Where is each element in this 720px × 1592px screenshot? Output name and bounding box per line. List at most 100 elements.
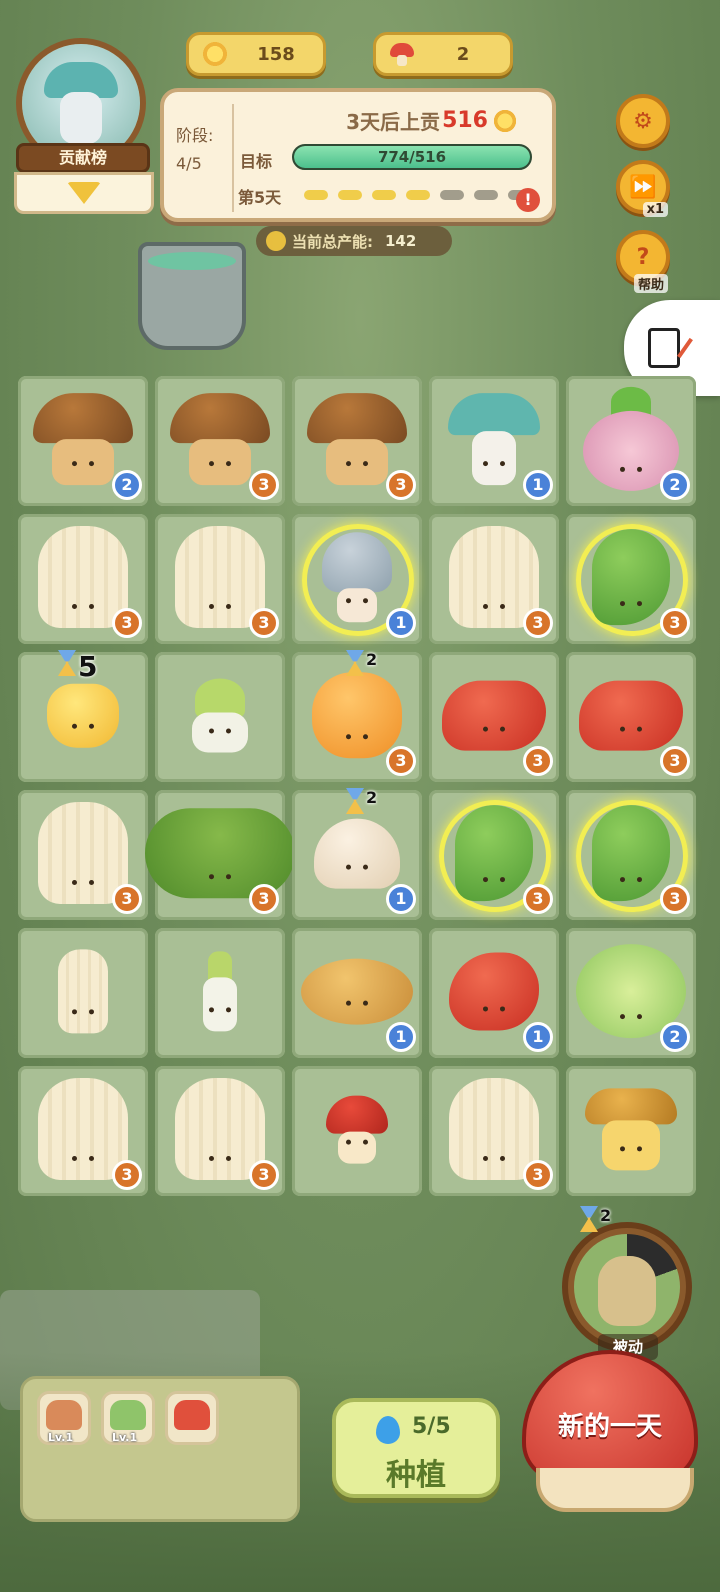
stage-label: 阶段: [176,126,214,145]
day-dot [372,190,396,200]
hourglass-icon [346,788,364,814]
pepper-g-plant-icon [592,805,670,902]
garden-cell[interactable]: 3 [429,514,559,644]
day-progress-dots [304,190,532,200]
garden-cell[interactable]: 3 [145,790,295,920]
level-badge: 1 [386,1022,416,1052]
tribute-info: 3天后上贡 516 [346,106,518,135]
button-plant-icon [314,818,400,889]
garden-cell[interactable]: 3 [566,790,696,920]
chevron-down-icon [67,182,101,204]
vegetable-seed-icon [110,1400,146,1430]
enoki-small-plant-icon [58,949,108,1034]
garden-cell[interactable]: 1 [292,514,422,644]
garden-cell[interactable]: 3 [566,652,696,782]
garden-cell[interactable]: 3 [155,376,285,506]
garden-cell[interactable]: 1 [429,376,559,506]
tribute-amount: 516 [442,108,488,133]
grow-timer: 2 [346,650,377,676]
garden-cell[interactable]: 3 [18,514,148,644]
garden-cell[interactable]: 12 [292,788,422,920]
garden-cell[interactable] [292,1066,422,1196]
leaderboard-label[interactable]: 贡献榜 [16,143,150,173]
seed-pack-1[interactable]: Lv.1 [37,1391,91,1445]
hourglass-icon [346,650,364,676]
grow-timer: 5 [58,650,97,683]
level-badge: 3 [660,746,690,776]
leaderboard-dropdown[interactable] [14,172,154,214]
settings-button[interactable]: ⚙ [616,94,670,148]
garden-cell[interactable]: 3 [429,1066,559,1196]
level-badge: 1 [386,608,416,638]
garden-cell[interactable]: 1 [429,928,559,1058]
garden-cell[interactable]: 3 [429,652,559,782]
garden-cell[interactable]: 32 [292,650,422,782]
mushroom-seed-icon [46,1400,82,1430]
garden-cell[interactable]: 3 [155,514,285,644]
stage-value: 4/5 [176,154,202,173]
bucket-decoration [138,242,246,350]
mushroom-currency[interactable]: 2 [373,32,513,76]
mushroom-icon [388,40,416,68]
passive-timer: 2 [580,1206,611,1232]
grow-timer: 2 [346,788,377,814]
garden-cell[interactable]: 3 [155,1066,285,1196]
garden-cell[interactable] [155,652,285,782]
garden-cell[interactable]: 3 [18,1066,148,1196]
grow-timer-count: 2 [366,788,378,807]
notepad-icon [648,328,680,368]
sun-currency[interactable]: 158 [186,32,326,76]
bell-o-plant-icon [312,672,402,759]
sage-mushroom-icon [598,1256,656,1326]
seed-pack-3[interactable] [165,1391,219,1445]
teal-plant-icon [448,393,540,486]
plant-button-label: 种植 [386,1458,446,1493]
potato-plant-icon [301,958,413,1025]
level-badge: 3 [112,884,142,914]
level-badge: 1 [523,470,553,500]
passive-timer-count: 2 [600,1206,612,1225]
broccoli-plant-icon [145,808,295,899]
target-label: 目标 [240,152,273,171]
pepper-g-plant-icon [592,529,670,626]
sun-icon [201,40,229,68]
level-badge: 1 [386,884,416,914]
level-badge: 3 [249,608,279,638]
level-badge: 2 [112,470,142,500]
goal-panel: 阶段: 4/5 3天后上贡 516 目标 774/516 第5天 ! [160,88,556,222]
seed-level: Lv.1 [48,1431,74,1444]
seed-pack-2[interactable]: Lv.1 [101,1391,155,1445]
total-output-value: 142 [385,232,417,250]
pepper-r-plant-icon [579,680,683,751]
garden-cell[interactable] [18,928,148,1058]
help-caption: 帮助 [633,274,668,293]
flower-icon [266,231,286,251]
passive-ability-button[interactable] [562,1222,692,1352]
level-badge: 3 [523,608,553,638]
day-dot [304,190,328,200]
garden-cell[interactable]: 5 [18,650,148,782]
pepper-g-plant-icon [455,805,533,902]
garden-cell[interactable]: 2 [566,928,696,1058]
garden-cell[interactable]: 2 [566,376,696,506]
garden-cell[interactable]: 2 [18,376,148,506]
gear-icon: ⚙ [633,108,653,134]
garden-cell[interactable] [566,1066,696,1196]
level-badge: 3 [660,884,690,914]
plant-button[interactable]: 5/5 种植 [332,1398,500,1498]
level-badge: 3 [249,470,279,500]
garden-cell[interactable]: 1 [292,928,422,1058]
alert-icon[interactable]: ! [516,188,540,212]
level-badge: 3 [523,1160,553,1190]
level-badge: 1 [523,1022,553,1052]
mushroom-count: 2 [456,43,470,65]
hourglass-icon [580,1206,598,1232]
garden-cell[interactable] [155,928,285,1058]
garden-cell[interactable]: 3 [566,514,696,644]
day-dot [440,190,464,200]
garden-cell[interactable]: 3 [292,376,422,506]
garden-cell[interactable]: 3 [429,790,559,920]
fast-forward-icon: ⏩ [629,174,657,200]
garden-cell[interactable]: 3 [18,790,148,920]
hourglass-icon [58,650,76,676]
